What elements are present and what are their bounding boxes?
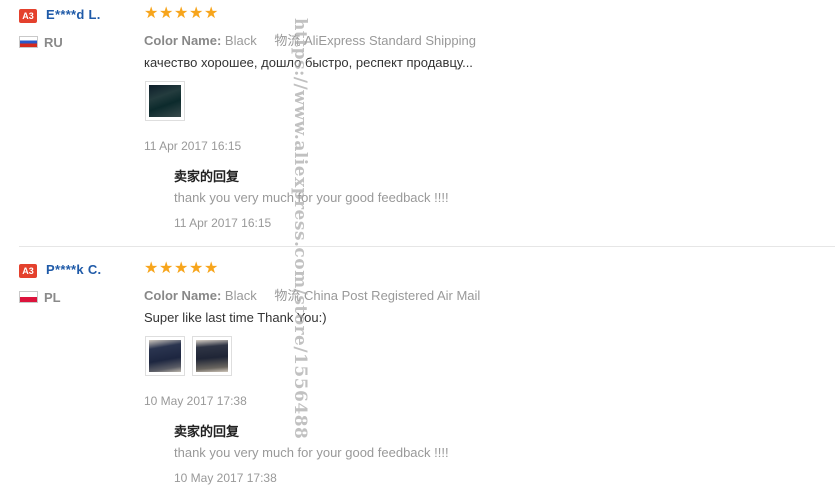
buyer-country: PL [44, 290, 61, 305]
seller-reply-date: 10 May 2017 17:38 [174, 471, 277, 485]
star-rating: ★ ★ ★ ★ ★ [144, 5, 219, 23]
seller-reply-title: 卖家的回复 [174, 169, 240, 184]
star-icon: ★ [159, 5, 174, 22]
review-item: A3 P****k C. PL ★ ★ ★ ★ ★ Color Name: Bl… [0, 248, 835, 489]
star-icon: ★ [174, 5, 189, 22]
color-name-value: Black [224, 288, 257, 303]
order-info: Color Name: Black 物流 China Post Register… [144, 285, 480, 304]
shipping-method: China Post Registered Air Mail [303, 288, 481, 303]
star-icon: ★ [159, 260, 174, 277]
star-icon: ★ [144, 260, 159, 277]
review-date: 11 Apr 2017 16:15 [144, 139, 242, 153]
buyer-name[interactable]: P****k C. [46, 262, 101, 277]
seller-reply-text: thank you very much for your good feedba… [174, 445, 449, 460]
star-icon: ★ [204, 260, 219, 277]
shipping-method: AliExpress Standard Shipping [303, 33, 476, 48]
star-icon: ★ [174, 260, 189, 277]
seller-reply-title: 卖家的回复 [174, 424, 240, 439]
country-flag-icon [19, 291, 38, 303]
review-divider [19, 246, 835, 247]
buyer-country: RU [44, 35, 63, 50]
buyer-level-badge: A3 [19, 264, 37, 278]
seller-reply-text: thank you very much for your good feedba… [174, 190, 449, 205]
buyer-level-badge: A3 [19, 9, 37, 23]
store-url-watermark: https://www.aliexpress.com/store/1556488 [290, 18, 310, 440]
buyer-name[interactable]: E****d L. [46, 7, 101, 22]
color-name-label: Color Name: [144, 288, 222, 303]
star-icon: ★ [189, 260, 204, 277]
country-flag-icon [19, 36, 38, 48]
review-date: 10 May 2017 17:38 [144, 394, 247, 408]
star-icon: ★ [204, 5, 219, 22]
review-photo-thumbnail[interactable] [192, 336, 232, 376]
review-item: A3 E****d L. RU ★ ★ ★ ★ ★ Color Name: Bl… [0, 0, 835, 246]
star-icon: ★ [144, 5, 159, 22]
color-name-label: Color Name: [144, 33, 222, 48]
star-rating: ★ ★ ★ ★ ★ [144, 260, 219, 278]
color-name-value: Black [224, 33, 257, 48]
star-icon: ★ [189, 5, 204, 22]
review-photo-thumbnail[interactable] [145, 81, 185, 121]
seller-reply-date: 11 Apr 2017 16:15 [174, 216, 272, 230]
review-photo-thumbnail[interactable] [145, 336, 185, 376]
